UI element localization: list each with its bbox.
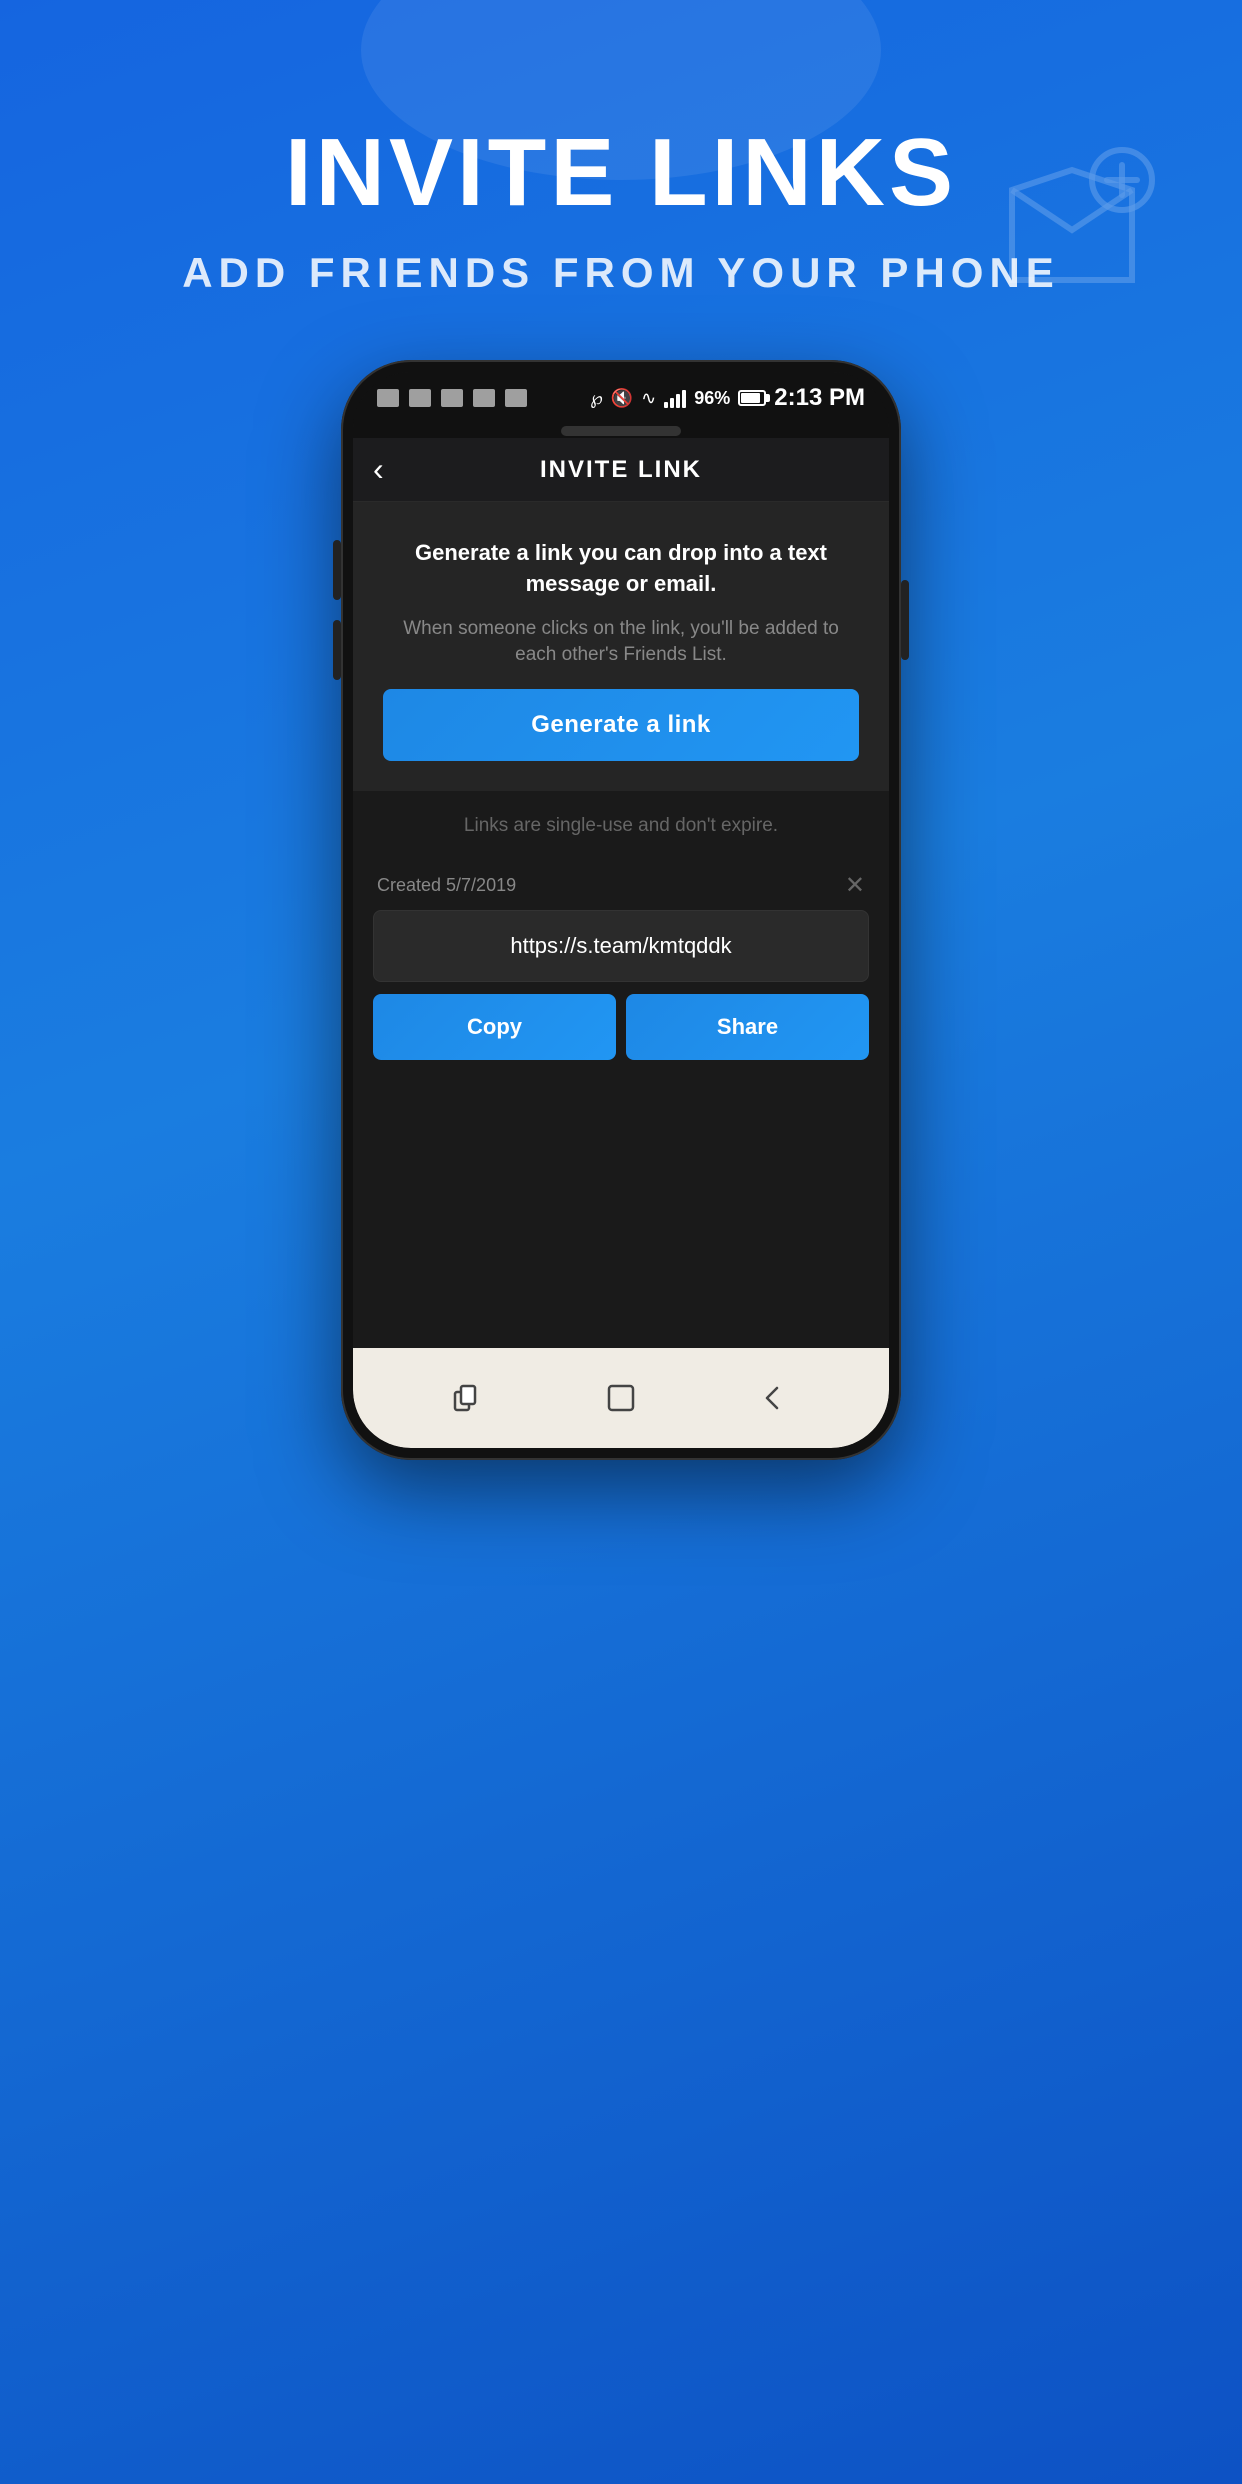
created-label: Created 5/7/2019 (377, 875, 516, 896)
home-icon (603, 1380, 639, 1416)
notch (353, 424, 889, 438)
recent-apps-button[interactable] (444, 1378, 494, 1418)
signal-bars (664, 388, 686, 408)
notification-icon-2 (409, 389, 431, 407)
phone-outer: ℘ 🔇 ∿ 96% 2:13 PM (341, 360, 901, 1460)
notification-icon-3 (441, 389, 463, 407)
copy-button[interactable]: Copy (373, 994, 616, 1060)
status-time: 2:13 PM (774, 384, 865, 412)
notification-icon-4 (473, 389, 495, 407)
recent-apps-icon (451, 1380, 487, 1416)
back-button[interactable]: ‹ (373, 451, 384, 488)
close-link-button[interactable]: ✕ (845, 871, 865, 900)
page-subtitle: ADD FRIENDS FROM YOUR PHONE (182, 246, 1060, 301)
notch-bar (561, 426, 681, 436)
bottom-nav (353, 1348, 889, 1448)
link-card-header: Created 5/7/2019 ✕ (373, 861, 869, 910)
link-actions: Copy Share (373, 994, 869, 1060)
link-card: Created 5/7/2019 ✕ https://s.team/kmtqdd… (373, 861, 869, 1060)
link-url-display: https://s.team/kmtqddk (373, 910, 869, 982)
power-button (901, 580, 909, 660)
battery-icon (738, 390, 766, 406)
battery-percent: 96% (694, 388, 730, 409)
wifi-icon: ∿ (641, 388, 656, 409)
app-header: ‹ INVITE LINK (353, 438, 889, 502)
page-title: INVITE LINKS (182, 120, 1060, 226)
volume-down-button (333, 620, 341, 680)
phone-screen: ℘ 🔇 ∿ 96% 2:13 PM (353, 372, 889, 1448)
volume-up-button (333, 540, 341, 600)
header-section: INVITE LINKS ADD FRIENDS FROM YOUR PHONE (182, 120, 1060, 300)
notification-icon-5 (505, 389, 527, 407)
share-button[interactable]: Share (626, 994, 869, 1060)
back-arrow-icon (755, 1380, 791, 1416)
phone-wrapper: ℘ 🔇 ∿ 96% 2:13 PM (341, 360, 901, 1460)
bluetooth-icon: ℘ (590, 388, 603, 409)
app-title: INVITE LINK (540, 456, 702, 484)
single-use-text: Links are single-use and don't expire. (353, 791, 889, 861)
info-main-text: Generate a link you can drop into a text… (383, 538, 859, 600)
home-button[interactable] (596, 1378, 646, 1418)
mute-icon: 🔇 (611, 388, 633, 409)
back-nav-button[interactable] (748, 1378, 798, 1418)
app-content: Generate a link you can drop into a text… (353, 502, 889, 1348)
info-card: Generate a link you can drop into a text… (353, 502, 889, 791)
status-icons-right: ℘ 🔇 ∿ 96% 2:13 PM (590, 384, 865, 412)
generate-link-button[interactable]: Generate a link (383, 689, 859, 761)
empty-space (353, 1060, 889, 1348)
notification-icon-1 (377, 389, 399, 407)
status-icons-left (377, 389, 527, 407)
info-sub-text: When someone clicks on the link, you'll … (383, 616, 859, 669)
status-bar: ℘ 🔇 ∿ 96% 2:13 PM (353, 372, 889, 424)
